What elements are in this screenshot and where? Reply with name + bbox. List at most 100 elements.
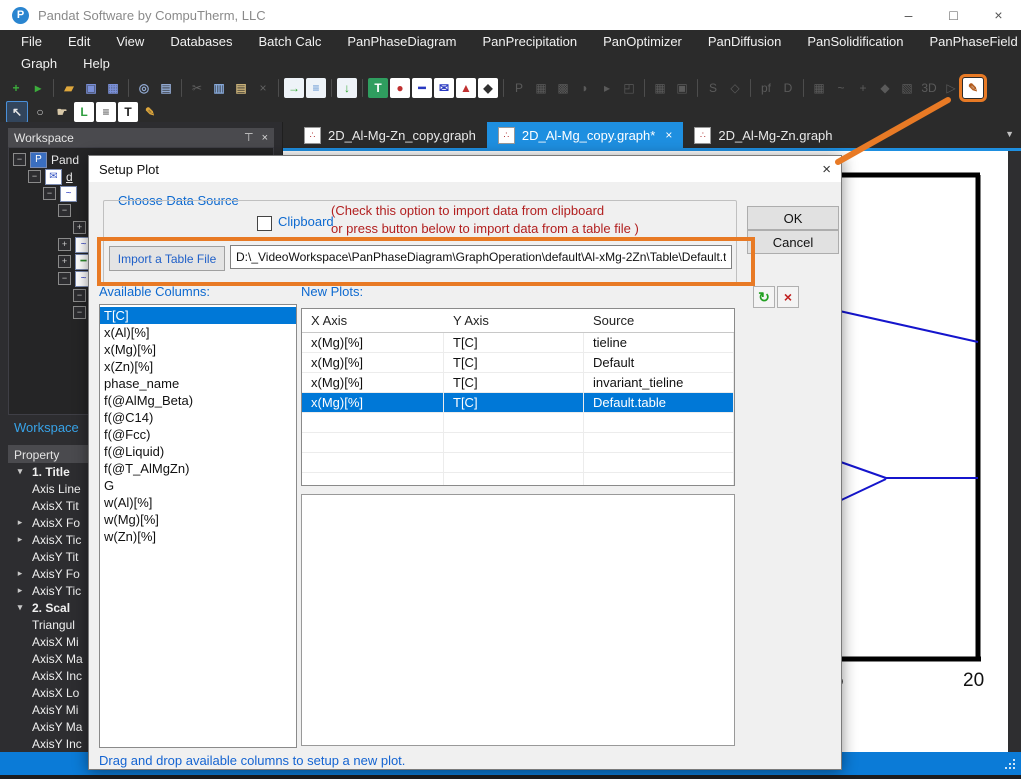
grid-calc-icon[interactable]: ▦ [531, 78, 551, 98]
copy-icon[interactable]: ▥ [209, 78, 229, 98]
property-chevron-icon[interactable]: ▸ [8, 585, 32, 596]
toolbar-icon[interactable] [750, 79, 751, 97]
available-column-item[interactable]: x(Al)[%] [100, 324, 296, 341]
menu-item[interactable]: PanSolidification [794, 34, 916, 49]
print-preview-icon[interactable]: ◎ [134, 78, 154, 98]
section-calc-icon[interactable]: ◰ [619, 78, 639, 98]
plot-x-axis-cell[interactable] [302, 453, 444, 472]
new-plot-row[interactable]: x(Mg)[%] T[C] Default [302, 353, 734, 373]
print-icon[interactable]: ▤ [156, 78, 176, 98]
new-plot-row[interactable]: x(Mg)[%] T[C] tieline [302, 333, 734, 353]
ok-button[interactable]: OK [747, 206, 839, 230]
menu-item[interactable]: View [103, 34, 157, 49]
source-column-header[interactable]: Source [584, 313, 734, 328]
toolbar-icon[interactable] [278, 79, 279, 97]
plot-source-cell[interactable] [584, 413, 734, 432]
plot-y-axis-cell[interactable] [444, 433, 584, 452]
clipboard-checkbox[interactable] [257, 216, 272, 231]
menu-item[interactable]: File [8, 34, 55, 49]
export-icon[interactable]: → [284, 78, 304, 98]
toolbar-icon[interactable] [697, 79, 698, 97]
dialog-close-icon[interactable]: × [822, 161, 831, 178]
new-window-icon[interactable]: + [6, 78, 26, 98]
tree-expand-icon[interactable]: − [73, 289, 86, 302]
property-chevron-icon[interactable]: ▸ [8, 534, 32, 545]
tab-almgzn[interactable]: ∴ 2D_Al-Mg-Zn.graph [683, 122, 843, 148]
toolbar-icon[interactable] [128, 79, 129, 97]
plot-x-axis-cell[interactable] [302, 473, 444, 485]
available-column-item[interactable]: x(Mg)[%] [100, 341, 296, 358]
plot-source-cell[interactable] [584, 433, 734, 452]
solidification-db-icon[interactable]: S [703, 78, 723, 98]
toolbar-icon[interactable] [644, 79, 645, 97]
pandat-db-icon[interactable]: P [509, 78, 529, 98]
plot-y-axis-cell[interactable]: T[C] [444, 373, 584, 392]
plot-tieline-icon[interactable]: ✉ [434, 78, 454, 98]
x-axis-column-header[interactable]: X Axis [302, 313, 444, 328]
available-column-item[interactable]: f(@C14) [100, 409, 296, 426]
setup-plot-icon[interactable]: ✎ [959, 74, 987, 102]
minimize-button[interactable]: – [886, 0, 931, 30]
toolbar-icon[interactable] [181, 79, 182, 97]
table-icon[interactable]: T [368, 78, 388, 98]
delete-plot-icon[interactable]: × [777, 286, 799, 308]
menu-item[interactable]: Databases [157, 34, 245, 49]
grid-cross-icon[interactable]: + [853, 78, 873, 98]
toolbar-icon[interactable] [331, 79, 332, 97]
cancel-button[interactable]: Cancel [747, 230, 839, 254]
maximize-button[interactable]: □ [931, 0, 976, 30]
new-plot-row[interactable] [302, 433, 734, 453]
plot-source-cell[interactable]: Default.table [584, 393, 734, 412]
available-column-item[interactable]: x(Zn)[%] [100, 358, 296, 375]
add-text-icon[interactable]: T [118, 101, 138, 122]
new-plot-row[interactable] [302, 473, 734, 485]
pan-hand-icon[interactable]: ☛ [52, 102, 72, 122]
available-column-item[interactable]: f(@Fcc) [100, 426, 296, 443]
tree-expand-icon[interactable]: − [58, 204, 71, 217]
toolbar-icon[interactable] [503, 79, 504, 97]
available-column-item[interactable]: w(Mg)[%] [100, 511, 296, 528]
property-chevron-icon[interactable]: ▸ [8, 517, 32, 528]
available-column-item[interactable]: phase_name [100, 375, 296, 392]
paste-icon[interactable]: ▤ [231, 78, 251, 98]
new-plot-row[interactable] [302, 413, 734, 433]
legend-icon[interactable]: L [74, 101, 94, 122]
tree-expand-icon[interactable]: − [58, 272, 71, 285]
plot-x-axis-cell[interactable] [302, 413, 444, 432]
three-d-icon[interactable]: 3D [919, 78, 939, 98]
plot-x-axis-cell[interactable] [302, 433, 444, 452]
table-grid-icon[interactable]: ▦ [809, 78, 829, 98]
tree-expand-icon[interactable]: − [73, 306, 86, 319]
available-column-item[interactable]: w(Al)[%] [100, 494, 296, 511]
cut-icon[interactable]: ✂ [187, 78, 207, 98]
report-icon[interactable]: ▷ [941, 78, 961, 98]
panel-close-icon[interactable]: × [262, 132, 268, 144]
tree-expand-icon[interactable]: + [73, 221, 86, 234]
property-chevron-icon[interactable]: ▾ [8, 466, 32, 477]
tree-expand-icon[interactable]: + [58, 238, 71, 251]
menu-item[interactable]: Batch Calc [245, 34, 334, 49]
new-plot-row[interactable]: x(Mg)[%] T[C] invariant_tieline [302, 373, 734, 393]
plot-x-axis-cell[interactable]: x(Mg)[%] [302, 393, 444, 412]
contour-calc-icon[interactable]: ◗ [575, 78, 595, 98]
tree-expand-icon[interactable]: − [13, 153, 26, 166]
toolbar-icon[interactable] [362, 79, 363, 97]
tab-almgzn-copy[interactable]: ∴ 2D_Al-Mg-Zn_copy.graph [293, 122, 487, 148]
new-plot-row[interactable]: x(Mg)[%] T[C] Default.table [302, 393, 734, 413]
menu-item[interactable]: PanPrecipitation [469, 34, 590, 49]
zoom-icon[interactable]: ○ [30, 102, 50, 122]
plot-source-cell[interactable] [584, 453, 734, 472]
edit-pencil-icon[interactable]: ✎ [140, 102, 160, 122]
plot-line-icon[interactable]: ━ [412, 78, 432, 98]
tab-list-menu-icon[interactable]: ▼ [1005, 129, 1014, 139]
toolbar-icon[interactable] [53, 79, 54, 97]
batch-list-icon[interactable]: ≡ [306, 78, 326, 98]
plot-point-icon[interactable]: ● [390, 78, 410, 98]
curve-icon[interactable]: ~ [831, 78, 851, 98]
plot-source-cell[interactable] [584, 473, 734, 485]
property-chevron-icon[interactable]: ▸ [8, 568, 32, 579]
plot-source-cell[interactable]: invariant_tieline [584, 373, 734, 392]
cube-icon[interactable]: ▧ [897, 78, 917, 98]
save-icon[interactable]: ▣ [81, 78, 101, 98]
plot-x-axis-cell[interactable]: x(Mg)[%] [302, 353, 444, 372]
